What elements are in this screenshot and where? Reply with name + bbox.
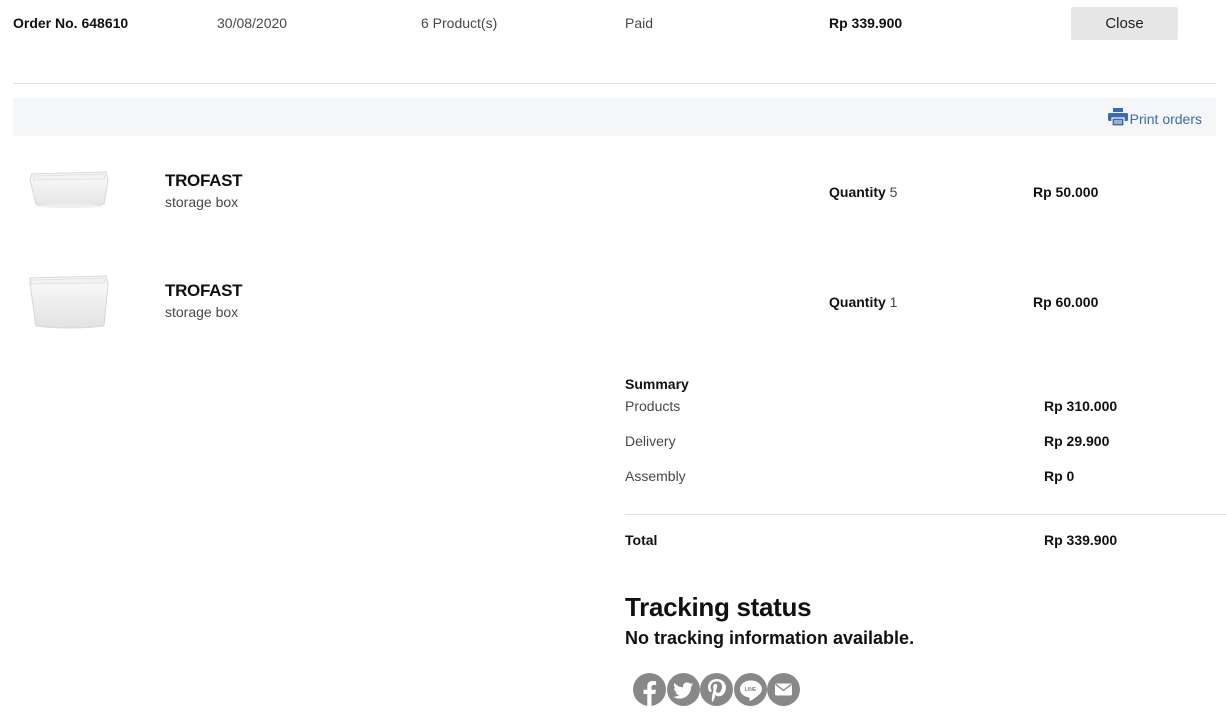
twitter-icon[interactable]	[666, 673, 700, 706]
product-name[interactable]: TROFAST	[165, 171, 243, 191]
order-date: 30/08/2020	[217, 15, 288, 31]
email-icon[interactable]	[767, 673, 800, 706]
summary-value: Rp 310.000	[1044, 398, 1118, 414]
share-icons: LINE	[633, 673, 801, 706]
summary-row-delivery: Delivery Rp 29.900	[625, 433, 1226, 449]
facebook-icon[interactable]	[633, 673, 666, 706]
product-image[interactable]	[26, 272, 112, 334]
product-quantity: Quantity 5	[829, 184, 897, 200]
summary-value: Rp 0	[1044, 468, 1075, 484]
summary-row-products: Products Rp 310.000	[625, 398, 1226, 414]
summary-value: Rp 29.900	[1044, 433, 1110, 449]
order-line-item: TROFAST storage box Quantity 5 Rp 50.000	[0, 152, 1226, 232]
printer-icon	[1107, 108, 1130, 129]
order-status: Paid	[625, 15, 654, 31]
product-image[interactable]	[26, 164, 112, 226]
pinterest-icon[interactable]	[700, 673, 733, 706]
tracking-message: No tracking information available.	[625, 628, 915, 648]
print-orders-label: Print orders	[1129, 110, 1202, 127]
svg-text:LINE: LINE	[744, 687, 756, 693]
divider	[625, 514, 1226, 515]
close-button[interactable]: Close	[1071, 7, 1178, 40]
quantity-value: 5	[889, 184, 898, 200]
summary-title: Summary	[625, 376, 689, 392]
summary-row-total: Total Rp 339.900	[625, 532, 1226, 548]
summary-label: Products	[625, 398, 681, 414]
quantity-value: 1	[889, 294, 898, 310]
print-bar: Print orders	[13, 98, 1216, 136]
summary-label: Assembly	[625, 468, 686, 484]
order-product-count: 6 Product(s)	[421, 15, 498, 31]
total-label: Total	[625, 532, 658, 548]
product-price: Rp 50.000	[1033, 184, 1099, 200]
divider	[13, 83, 1216, 84]
order-number: Order No. 648610	[13, 15, 129, 31]
quantity-label: Quantity	[829, 294, 886, 310]
quantity-label: Quantity	[829, 184, 886, 200]
tracking-title: Tracking status	[625, 592, 812, 622]
order-summary-row: Order No. 648610 30/08/2020 6 Product(s)…	[0, 0, 1226, 48]
order-line-item: TROFAST storage box Quantity 1 Rp 60.000	[0, 262, 1226, 342]
summary-label: Delivery	[625, 433, 676, 449]
total-value: Rp 339.900	[1044, 532, 1118, 548]
product-name[interactable]: TROFAST	[165, 281, 243, 301]
product-description: storage box	[165, 194, 239, 210]
order-details-page: Order No. 648610 30/08/2020 6 Product(s)…	[0, 0, 1226, 722]
summary-row-assembly: Assembly Rp 0	[625, 468, 1226, 484]
product-description: storage box	[165, 304, 239, 320]
product-quantity: Quantity 1	[829, 294, 897, 310]
order-total: Rp 339.900	[829, 15, 903, 31]
product-price: Rp 60.000	[1033, 294, 1099, 310]
line-icon[interactable]: LINE	[733, 673, 767, 706]
print-orders-link[interactable]: Print orders	[1107, 108, 1202, 129]
